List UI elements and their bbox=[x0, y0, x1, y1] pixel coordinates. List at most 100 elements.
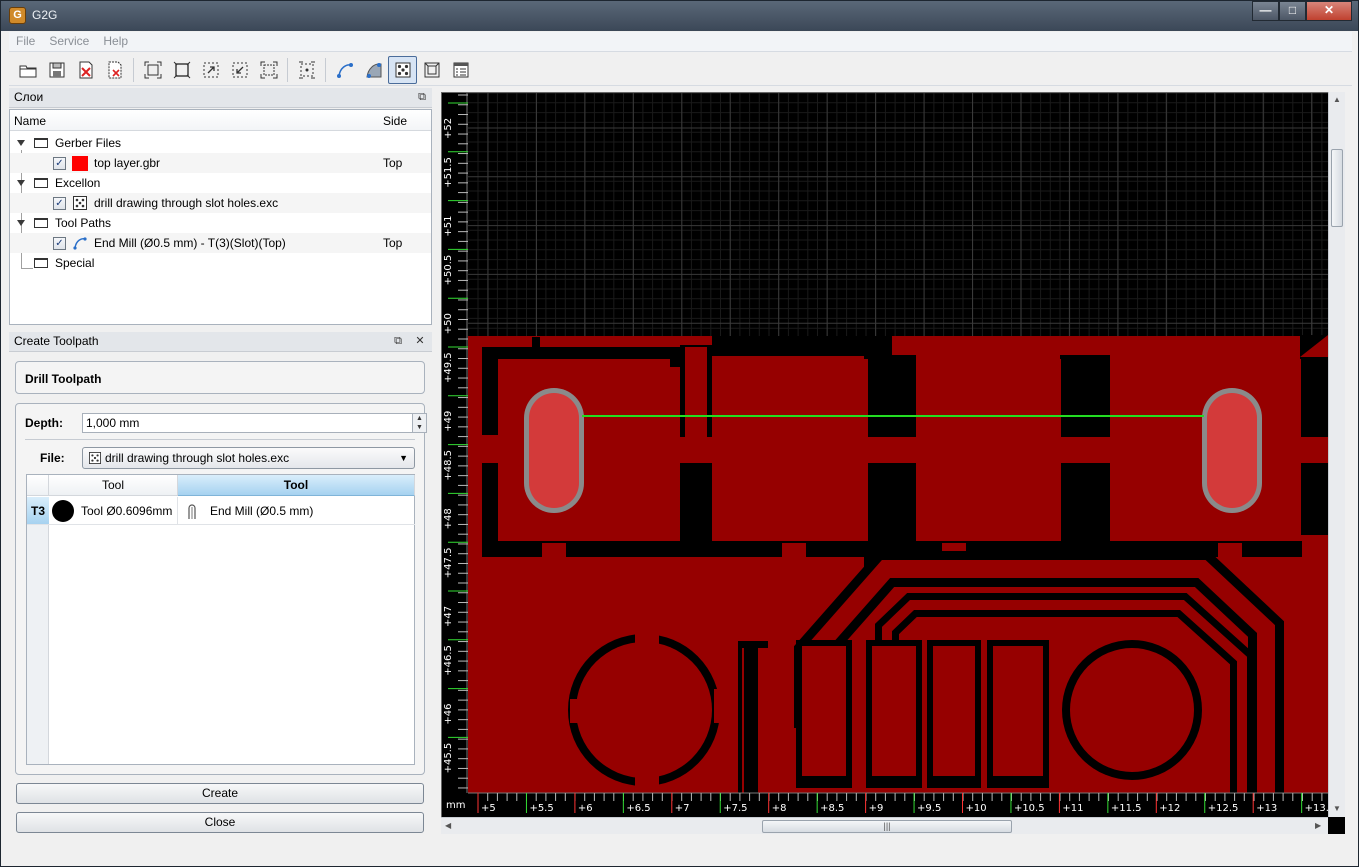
minimize-button[interactable]: — bbox=[1252, 1, 1279, 21]
tool-column-header[interactable]: Tool bbox=[49, 475, 178, 496]
folder-icon bbox=[34, 258, 48, 268]
tree-group-label: Special bbox=[55, 256, 95, 270]
tool-cell-text: Tool Ø0.6096mm bbox=[81, 504, 173, 518]
zoom-to-fit-all-button[interactable] bbox=[254, 56, 283, 84]
toolbar-separator bbox=[287, 57, 288, 82]
chevron-down-icon: ▼ bbox=[399, 453, 408, 463]
float-panel-icon[interactable]: ⧉ bbox=[415, 90, 429, 104]
tree-item-toolpath[interactable]: ✓ End Mill (Ø0.5 mm) - T(3)(Slot)(Top) T… bbox=[10, 233, 431, 253]
thermal-button[interactable] bbox=[417, 56, 446, 84]
tree-group-excellon[interactable]: Excellon bbox=[10, 173, 431, 193]
expand-arrow-icon[interactable] bbox=[17, 180, 25, 186]
settings-list-button[interactable] bbox=[446, 56, 475, 84]
folder-icon bbox=[34, 218, 48, 228]
horizontal-scrollbar[interactable]: ◀ ||| ▶ bbox=[441, 817, 1328, 834]
tool-diameter-icon bbox=[52, 500, 74, 522]
tree-item-drill-file[interactable]: ✓ drill drawing through slot holes.exc bbox=[10, 193, 431, 213]
expand-arrow-icon[interactable] bbox=[17, 220, 25, 226]
zoom-fit-icon bbox=[144, 61, 161, 78]
tree-group-label: Tool Paths bbox=[55, 216, 112, 230]
zoom-out-button[interactable] bbox=[225, 56, 254, 84]
depth-stepper[interactable]: ▲ ▼ bbox=[413, 413, 427, 433]
vertical-ruler bbox=[442, 93, 468, 793]
profile-path-button[interactable] bbox=[330, 56, 359, 84]
vertical-scrollbar[interactable]: ▲ ▼ bbox=[1328, 92, 1345, 817]
y-tick-label: +45.5 bbox=[443, 743, 454, 774]
y-tick-label: +51.5 bbox=[443, 157, 454, 188]
zoom-fit-button[interactable] bbox=[138, 56, 167, 84]
copper-trace bbox=[668, 437, 726, 463]
toolpath-panel-header: Create Toolpath ⧉ ✕ bbox=[9, 332, 432, 352]
tree-item-label: top layer.gbr bbox=[94, 156, 161, 170]
expand-arrow-icon[interactable] bbox=[17, 140, 25, 146]
vertical-scroll-thumb[interactable] bbox=[1331, 149, 1343, 227]
copper-trace bbox=[468, 336, 482, 793]
create-button[interactable]: Create bbox=[16, 783, 424, 804]
scroll-down-icon[interactable]: ▼ bbox=[1333, 804, 1341, 813]
scroll-corner bbox=[1328, 817, 1345, 834]
mill-cell-text: End Mill (Ø0.5 mm) bbox=[210, 504, 314, 518]
mill-column-header[interactable]: Tool bbox=[178, 475, 415, 496]
folder-icon bbox=[34, 138, 48, 148]
x-tick-label: +11 bbox=[1062, 803, 1083, 814]
menu-file[interactable]: File bbox=[9, 32, 42, 51]
snap-button[interactable] bbox=[292, 56, 321, 84]
main-toolbar bbox=[9, 54, 1352, 86]
drill-button[interactable] bbox=[388, 55, 417, 84]
toolbar-separator bbox=[133, 57, 134, 82]
close-window-button[interactable]: ✕ bbox=[1306, 1, 1352, 21]
column-name-header[interactable]: Name bbox=[14, 114, 46, 128]
copper-pad bbox=[916, 359, 1061, 541]
horizontal-scroll-thumb[interactable]: ||| bbox=[762, 820, 1012, 833]
zoom-selection-button[interactable] bbox=[196, 56, 225, 84]
float-panel-icon[interactable]: ⧉ bbox=[391, 334, 405, 348]
close-button[interactable]: Close bbox=[16, 812, 424, 833]
drill-icon bbox=[395, 62, 410, 77]
tool-cell[interactable]: Tool Ø0.6096mm bbox=[49, 497, 178, 525]
x-tick-label: +9 bbox=[869, 803, 884, 814]
y-tick-label: +49 bbox=[443, 411, 454, 432]
window-title: G2G bbox=[32, 8, 58, 22]
close-all-button[interactable] bbox=[100, 56, 129, 84]
tree-item-top-layer[interactable]: ✓ top layer.gbr Top bbox=[10, 153, 431, 173]
menu-help[interactable]: Help bbox=[96, 32, 135, 51]
copper-clearance bbox=[744, 646, 758, 796]
tree-group-toolpaths[interactable]: Tool Paths bbox=[10, 213, 431, 233]
scroll-right-icon[interactable]: ▶ bbox=[1315, 821, 1321, 830]
layer-visible-checkbox[interactable]: ✓ bbox=[53, 237, 66, 250]
pcb-canvas[interactable]: +52 +51.5 +51 +50.5 +50 +49.5 +49 +48.5 +48 +47.5… bbox=[442, 93, 1345, 834]
tool-row-id[interactable]: T3 bbox=[27, 497, 49, 525]
depth-input[interactable]: 1,000 mm bbox=[82, 413, 413, 433]
x-tick-label: +8 bbox=[772, 803, 787, 814]
layers-panel-title: Слои bbox=[14, 90, 44, 104]
open-folder-button[interactable] bbox=[13, 56, 42, 84]
x-tick-label: +12 bbox=[1159, 803, 1180, 814]
save-button[interactable] bbox=[42, 56, 71, 84]
zoom-board-button[interactable] bbox=[167, 56, 196, 84]
copper-trace bbox=[482, 437, 500, 461]
layer-visible-checkbox[interactable]: ✓ bbox=[53, 197, 66, 210]
tree-group-special[interactable]: Special bbox=[10, 253, 431, 273]
menu-service[interactable]: Service bbox=[42, 32, 96, 51]
pcb-graphics-view[interactable]: +52 +51.5 +51 +50.5 +50 +49.5 +49 +48.5 +48 +47.5… bbox=[441, 92, 1345, 834]
pocket-path-button[interactable] bbox=[359, 56, 388, 84]
scroll-up-icon[interactable]: ▲ bbox=[1333, 95, 1341, 104]
copper-trace bbox=[635, 623, 659, 647]
end-mill-icon bbox=[188, 504, 196, 519]
menu-bar: File Service Help bbox=[9, 32, 1352, 52]
x-tick-label: +13 bbox=[1256, 803, 1277, 814]
column-side-header[interactable]: Side bbox=[383, 114, 407, 128]
mill-cell[interactable]: End Mill (Ø0.5 mm) bbox=[178, 497, 415, 525]
open-folder-icon bbox=[19, 65, 36, 77]
layer-visible-checkbox[interactable]: ✓ bbox=[53, 157, 66, 170]
close-file-button[interactable] bbox=[71, 56, 100, 84]
close-panel-icon[interactable]: ✕ bbox=[413, 334, 427, 348]
copper-trace bbox=[1057, 437, 1115, 463]
tree-group-gerber[interactable]: Gerber Files bbox=[10, 133, 431, 153]
file-select[interactable]: drill drawing through slot holes.exc ▼ bbox=[82, 447, 415, 469]
toolpath-type-heading: Drill Toolpath bbox=[25, 372, 102, 386]
copper-clearance bbox=[482, 355, 498, 435]
x-tick-label: +10.5 bbox=[1014, 803, 1045, 814]
scroll-left-icon[interactable]: ◀ bbox=[445, 821, 451, 830]
maximize-button[interactable]: □ bbox=[1279, 1, 1306, 21]
